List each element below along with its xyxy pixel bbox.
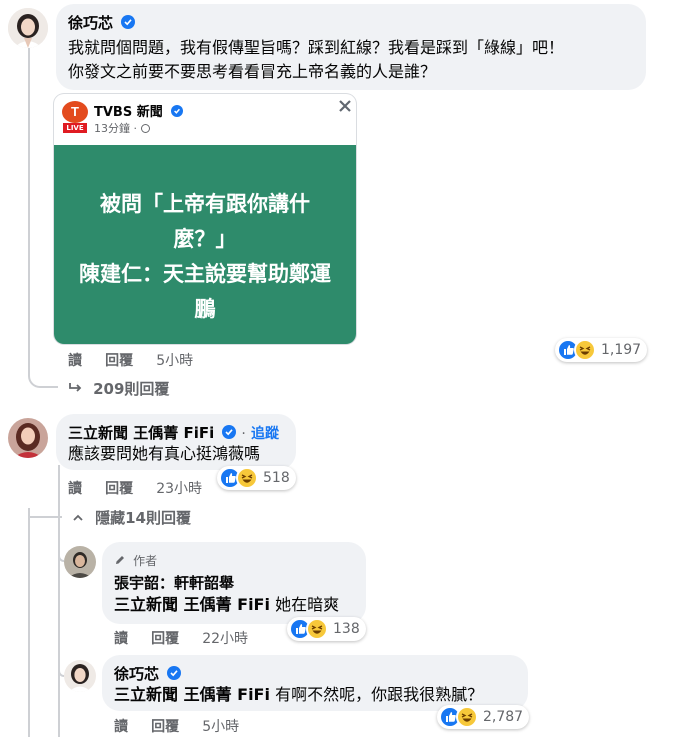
comment-text: 應該要問她有真心挺鴻薇嗎 [68,444,261,463]
shared-post-time[interactable]: 13分鐘 [94,122,130,135]
globe-icon [140,124,150,133]
headline-line: 陳建仁：天主說要幫助鄭運 [79,262,331,286]
chevron-up-icon [72,508,84,521]
comment-text-line: 我就問個問題，我有假傳聖旨嗎？踩到紅線？我看是踩到「綠線」吧！ [68,38,565,57]
comment-author[interactable]: 徐巧芯 [68,14,113,32]
read-button[interactable]: 讀 [68,353,82,369]
thread-line-1 [28,48,30,370]
reply-text: 有啊不然呢，你跟我很熟膩？ [269,685,484,704]
reply-arrow-icon [68,380,84,394]
avatar[interactable] [8,418,48,458]
reaction-count: 138 [333,621,360,637]
comment-time[interactable]: 5小時 [156,353,193,369]
comment-bubble: 徐巧芯 我就問個問題，我有假傳聖旨嗎？踩到紅線？我看是踩到「綠線」吧！ 你發文之… [56,4,646,90]
headline-line: 麼？」 [173,227,237,251]
thread-line-2 [28,508,30,737]
comment-author[interactable]: 徐巧芯 [114,665,159,683]
live-label: LIVE [63,123,87,133]
haha-reaction-icon [456,706,478,728]
haha-reaction-icon [306,618,328,640]
thread-curve-3 [58,540,64,562]
shared-page-name[interactable]: TVBS 新聞 [94,105,163,120]
verified-badge-icon [121,15,136,29]
shared-post-card[interactable]: T LIVE TVBS 新聞 13分鐘 · 被問「上帝有跟你講什 麼？」 陳建仁… [54,94,356,344]
mention-link[interactable]: 三立新聞 王偊菁 FiFi [114,685,270,704]
close-icon[interactable] [337,98,353,114]
verified-badge-icon [167,666,182,680]
read-button[interactable]: 讀 [114,631,128,647]
avatar[interactable] [8,8,48,48]
comment-text-line: 你發文之前要不要思考看看冒充上帝名義的人是誰？ [68,62,437,81]
comment-author[interactable]: 三立新聞 王偊菁 FiFi [68,424,214,442]
read-button[interactable]: 讀 [114,719,128,735]
pen-icon [114,551,126,564]
shared-post-image[interactable]: 被問「上帝有跟你講什 麼？」 陳建仁：天主說要幫助鄭運 鵬 [54,145,356,344]
dot-separator: · [133,122,138,135]
reply-button[interactable]: 回覆 [105,353,133,369]
thread-line-3 [58,465,60,737]
thread-curve-1 [28,366,58,388]
avatar[interactable] [64,546,96,578]
comment-author[interactable]: 張宇韶：軒軒韶舉 [114,572,234,593]
reply-button[interactable]: 回覆 [151,631,179,647]
comment-time[interactable]: 23小時 [156,481,202,497]
comment-time[interactable]: 5小時 [202,719,239,735]
dot-separator: · [241,426,246,442]
read-button[interactable]: 讀 [68,481,82,497]
headline-line: 鵬 [194,297,216,321]
comment-time[interactable]: 22小時 [202,631,248,647]
reply-bubble: 作者 張宇韶：軒軒韶舉 三立新聞 王偊菁 FiFi 她在暗爽 [102,542,366,624]
view-replies-link[interactable]: 209則回覆 [68,378,169,399]
hide-replies-link[interactable]: 隱藏14則回覆 [72,507,191,528]
verified-badge-icon [170,105,183,117]
reply-button[interactable]: 回覆 [151,719,179,735]
reaction-summary[interactable]: 2,787 [437,705,530,729]
reaction-summary[interactable]: 1,197 [555,338,648,362]
mention-link[interactable]: 三立新聞 王偊菁 FiFi [114,595,270,614]
headline-line: 被問「上帝有跟你講什 [100,192,310,216]
follow-button[interactable]: 追蹤 [251,426,279,442]
verified-badge-icon [222,425,237,439]
reaction-summary[interactable]: 518 [217,466,296,490]
reply-button[interactable]: 回覆 [105,481,133,497]
author-badge: 作者 [133,554,158,568]
avatar[interactable] [64,660,96,692]
reaction-count: 2,787 [483,709,524,725]
reaction-count: 1,197 [601,342,642,358]
thread-curve-2 [28,498,62,518]
haha-reaction-icon [574,339,596,361]
comment-bubble: 三立新聞 王偊菁 FiFi · 追蹤 應該要問她有真心挺鴻薇嗎 [56,414,296,470]
view-replies-label[interactable]: 209則回覆 [93,380,169,398]
reaction-count: 518 [263,470,290,486]
reply-text: 她在暗爽 [269,595,340,614]
hide-replies-label[interactable]: 隱藏14則回覆 [95,509,191,527]
haha-reaction-icon [236,467,258,489]
logo-text: T [62,101,88,123]
tvbs-logo: T LIVE [62,101,88,133]
reply-bubble: 徐巧芯 三立新聞 王偊菁 FiFi 有啊不然呢，你跟我很熟膩？ [102,655,528,711]
reaction-summary[interactable]: 138 [287,617,366,641]
